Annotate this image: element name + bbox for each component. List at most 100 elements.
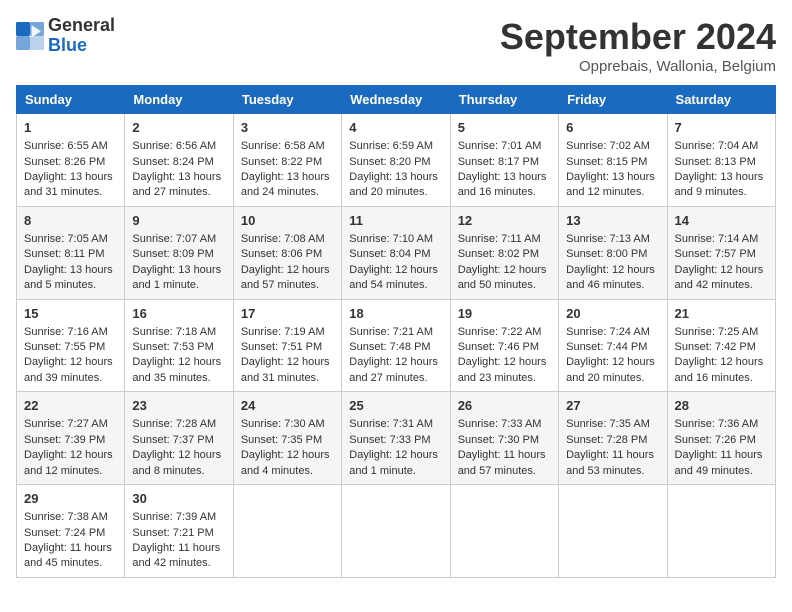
col-wednesday: Wednesday bbox=[342, 86, 450, 114]
calendar-cell: 3Sunrise: 6:58 AMSunset: 8:22 PMDaylight… bbox=[233, 114, 341, 207]
logo-icon bbox=[16, 22, 44, 50]
calendar-cell: 17Sunrise: 7:19 AMSunset: 7:51 PMDayligh… bbox=[233, 299, 341, 392]
day-number: 17 bbox=[241, 305, 334, 323]
calendar-cell: 7Sunrise: 7:04 AMSunset: 8:13 PMDaylight… bbox=[667, 114, 775, 207]
calendar-cell: 30Sunrise: 7:39 AMSunset: 7:21 PMDayligh… bbox=[125, 485, 233, 578]
sunset-text: Sunset: 7:30 PM bbox=[458, 433, 551, 448]
sunset-text: Sunset: 8:11 PM bbox=[24, 247, 117, 262]
sunrise-text: Sunrise: 7:13 AM bbox=[566, 232, 659, 247]
daylight-text: Daylight: 11 hours and 53 minutes. bbox=[566, 448, 659, 479]
calendar-cell: 28Sunrise: 7:36 AMSunset: 7:26 PMDayligh… bbox=[667, 392, 775, 485]
sunrise-text: Sunrise: 7:22 AM bbox=[458, 325, 551, 340]
sunset-text: Sunset: 7:26 PM bbox=[675, 433, 768, 448]
day-number: 8 bbox=[24, 212, 117, 230]
day-number: 2 bbox=[132, 119, 225, 137]
daylight-text: Daylight: 13 hours and 24 minutes. bbox=[241, 170, 334, 201]
sunrise-text: Sunrise: 7:28 AM bbox=[132, 417, 225, 432]
sunrise-text: Sunrise: 7:04 AM bbox=[675, 139, 768, 154]
sunset-text: Sunset: 7:37 PM bbox=[132, 433, 225, 448]
sunrise-text: Sunrise: 7:31 AM bbox=[349, 417, 442, 432]
daylight-text: Daylight: 12 hours and 31 minutes. bbox=[241, 355, 334, 386]
calendar-cell: 19Sunrise: 7:22 AMSunset: 7:46 PMDayligh… bbox=[450, 299, 558, 392]
calendar-cell: 16Sunrise: 7:18 AMSunset: 7:53 PMDayligh… bbox=[125, 299, 233, 392]
daylight-text: Daylight: 12 hours and 42 minutes. bbox=[675, 263, 768, 294]
sunset-text: Sunset: 7:51 PM bbox=[241, 340, 334, 355]
sunset-text: Sunset: 8:15 PM bbox=[566, 155, 659, 170]
day-number: 25 bbox=[349, 397, 442, 415]
day-number: 3 bbox=[241, 119, 334, 137]
calendar-cell: 27Sunrise: 7:35 AMSunset: 7:28 PMDayligh… bbox=[559, 392, 667, 485]
sunrise-text: Sunrise: 7:25 AM bbox=[675, 325, 768, 340]
sunrise-text: Sunrise: 6:55 AM bbox=[24, 139, 117, 154]
sunset-text: Sunset: 7:46 PM bbox=[458, 340, 551, 355]
col-thursday: Thursday bbox=[450, 86, 558, 114]
week-row-4: 22Sunrise: 7:27 AMSunset: 7:39 PMDayligh… bbox=[17, 392, 776, 485]
sunset-text: Sunset: 8:02 PM bbox=[458, 247, 551, 262]
sunrise-text: Sunrise: 7:16 AM bbox=[24, 325, 117, 340]
calendar-cell: 8 Sunrise: 7:05 AMSunset: 8:11 PMDaylight… bbox=[17, 206, 125, 299]
page-header: General Blue September 2024 Opprebais, W… bbox=[16, 16, 776, 75]
daylight-text: Daylight: 13 hours and 20 minutes. bbox=[349, 170, 442, 201]
calendar-cell: 29Sunrise: 7:38 AMSunset: 7:24 PMDayligh… bbox=[17, 485, 125, 578]
calendar-cell: 21Sunrise: 7:25 AMSunset: 7:42 PMDayligh… bbox=[667, 299, 775, 392]
sunset-text: Sunset: 8:22 PM bbox=[241, 155, 334, 170]
daylight-text: Daylight: 12 hours and 4 minutes. bbox=[241, 448, 334, 479]
sunset-text: Sunset: 7:28 PM bbox=[566, 433, 659, 448]
week-row-3: 15Sunrise: 7:16 AMSunset: 7:55 PMDayligh… bbox=[17, 299, 776, 392]
week-row-1: 1 Sunrise: 6:55 AMSunset: 8:26 PM Daylight… bbox=[17, 114, 776, 207]
sunset-text: Sunset: 7:57 PM bbox=[675, 247, 768, 262]
sunset-text: Sunset: 7:24 PM bbox=[24, 526, 117, 541]
col-monday: Monday bbox=[125, 86, 233, 114]
calendar-cell bbox=[233, 485, 341, 578]
col-sunday: Sunday bbox=[17, 86, 125, 114]
sunset-text: Sunset: 7:55 PM bbox=[24, 340, 117, 355]
sunset-text: Sunset: 8:06 PM bbox=[241, 247, 334, 262]
daylight-text: Daylight: 12 hours and 1 minute. bbox=[349, 448, 442, 479]
calendar-cell: 18Sunrise: 7:21 AMSunset: 7:48 PMDayligh… bbox=[342, 299, 450, 392]
day-number: 7 bbox=[675, 119, 768, 137]
logo: General Blue bbox=[16, 16, 115, 56]
sunrise-text: Sunrise: 6:56 AM bbox=[132, 139, 225, 154]
sunset-text: Sunset: 7:42 PM bbox=[675, 340, 768, 355]
col-tuesday: Tuesday bbox=[233, 86, 341, 114]
calendar-cell: 23Sunrise: 7:28 AMSunset: 7:37 PMDayligh… bbox=[125, 392, 233, 485]
day-number: 18 bbox=[349, 305, 442, 323]
calendar-table: Sunday Monday Tuesday Wednesday Thursday… bbox=[16, 85, 776, 578]
daylight-text: Daylight: 11 hours and 57 minutes. bbox=[458, 448, 551, 479]
calendar-body: 1 Sunrise: 6:55 AMSunset: 8:26 PM Daylight… bbox=[17, 114, 776, 578]
calendar-cell: 15Sunrise: 7:16 AMSunset: 7:55 PMDayligh… bbox=[17, 299, 125, 392]
sunrise-text: Sunrise: 7:11 AM bbox=[458, 232, 551, 247]
day-number: 28 bbox=[675, 397, 768, 415]
daylight-text: Daylight: 13 hours and 9 minutes. bbox=[675, 170, 768, 201]
calendar-cell: 5Sunrise: 7:01 AMSunset: 8:17 PMDaylight… bbox=[450, 114, 558, 207]
sunrise-text: Sunrise: 7:05 AM bbox=[24, 232, 117, 247]
sunset-text: Sunset: 8:04 PM bbox=[349, 247, 442, 262]
sunrise-text: Sunrise: 7:38 AM bbox=[24, 510, 117, 525]
sunrise-text: Sunrise: 7:08 AM bbox=[241, 232, 334, 247]
daylight-text: Daylight: 11 hours and 45 minutes. bbox=[24, 541, 117, 572]
header-row: Sunday Monday Tuesday Wednesday Thursday… bbox=[17, 86, 776, 114]
week-row-5: 29Sunrise: 7:38 AMSunset: 7:24 PMDayligh… bbox=[17, 485, 776, 578]
sunrise-text: Sunrise: 7:30 AM bbox=[241, 417, 334, 432]
calendar-cell bbox=[559, 485, 667, 578]
daylight-text: Daylight: 13 hours and 5 minutes. bbox=[24, 263, 117, 294]
day-number: 11 bbox=[349, 212, 442, 230]
sunset-text: Sunset: 8:00 PM bbox=[566, 247, 659, 262]
sunset-text: Sunset: 7:39 PM bbox=[24, 433, 117, 448]
daylight-text: Daylight: 12 hours and 46 minutes. bbox=[566, 263, 659, 294]
sunrise-text: Sunrise: 7:14 AM bbox=[675, 232, 768, 247]
sunset-text: Sunset: 8:26 PM bbox=[24, 155, 117, 170]
sunrise-text: Sunrise: 7:10 AM bbox=[349, 232, 442, 247]
day-number: 14 bbox=[675, 212, 768, 230]
calendar-cell: 12Sunrise: 7:11 AMSunset: 8:02 PMDayligh… bbox=[450, 206, 558, 299]
day-number: 24 bbox=[241, 397, 334, 415]
calendar-cell: 24Sunrise: 7:30 AMSunset: 7:35 PMDayligh… bbox=[233, 392, 341, 485]
sunset-text: Sunset: 8:20 PM bbox=[349, 155, 442, 170]
day-number: 22 bbox=[24, 397, 117, 415]
sunrise-text: Sunrise: 7:35 AM bbox=[566, 417, 659, 432]
day-number: 1 bbox=[24, 119, 117, 137]
calendar-cell: 4Sunrise: 6:59 AMSunset: 8:20 PMDaylight… bbox=[342, 114, 450, 207]
sunset-text: Sunset: 7:48 PM bbox=[349, 340, 442, 355]
day-number: 20 bbox=[566, 305, 659, 323]
daylight-text: Daylight: 13 hours and 16 minutes. bbox=[458, 170, 551, 201]
